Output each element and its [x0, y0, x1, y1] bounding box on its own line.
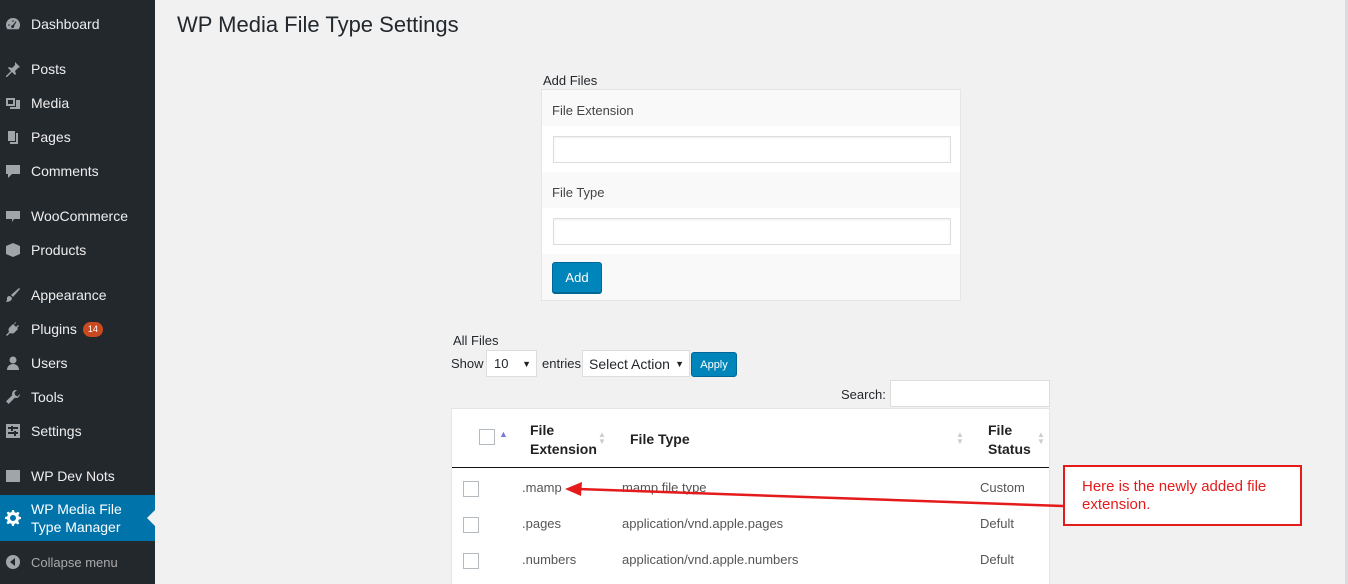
- sidebar-item-pages[interactable]: Pages: [0, 120, 155, 154]
- sidebar-item-label: WP Media File Type Manager: [31, 501, 122, 535]
- column-header-text: Extension: [530, 441, 597, 457]
- add-files-heading: Add Files: [543, 73, 598, 88]
- file-extension-label: File Extension: [542, 92, 960, 128]
- entries-per-page-select[interactable]: 10 ▼: [486, 350, 537, 377]
- cell-file-type: mamp file type: [622, 480, 707, 495]
- table-row: .numbers application/vnd.apple.numbers D…: [452, 542, 1049, 578]
- sidebar-item-label: Pages: [31, 129, 71, 145]
- sort-icon[interactable]: ▲ ▼: [598, 431, 606, 446]
- cell-file-extension: .numbers: [522, 552, 577, 567]
- apply-button[interactable]: Apply: [691, 352, 737, 377]
- all-files-heading: All Files: [453, 333, 499, 348]
- file-type-row: [542, 208, 960, 254]
- sidebar-item-media[interactable]: Media: [0, 86, 155, 120]
- sidebar-item-label: WooCommerce: [31, 208, 128, 224]
- entries-label: entries: [542, 356, 582, 371]
- pages-icon: [5, 129, 21, 145]
- cell-file-status: Custom: [980, 480, 1025, 495]
- search-input[interactable]: [890, 380, 1050, 407]
- settings-icon: [5, 423, 21, 439]
- sidebar-item-label: Comments: [31, 163, 99, 179]
- sidebar-item-label: Appearance: [31, 287, 107, 303]
- select-all-checkbox[interactable]: [479, 429, 495, 445]
- sidebar-item-label: Media: [31, 95, 70, 111]
- user-icon: [5, 355, 21, 371]
- sidebar-item-tools[interactable]: Tools: [0, 380, 155, 414]
- sidebar-item-settings[interactable]: Settings: [0, 414, 155, 448]
- column-header-file-extension[interactable]: File Extension: [530, 421, 597, 459]
- sidebar-item-woocommerce[interactable]: WooCommerce: [0, 199, 155, 233]
- sort-icon[interactable]: ▲ ▼: [956, 431, 964, 446]
- column-header-text: Status: [988, 441, 1031, 457]
- woo-icon: [5, 208, 21, 224]
- sidebar-item-posts[interactable]: Posts: [0, 52, 155, 86]
- cell-file-status: Defult: [980, 516, 1014, 531]
- plugin-update-badge: 14: [82, 321, 103, 337]
- sidebar-item-label: Plugins: [31, 321, 77, 337]
- cell-file-type: application/vnd.apple.numbers: [622, 552, 799, 567]
- column-header-file-status[interactable]: File Status: [988, 421, 1031, 459]
- sidebar-item-dashboard[interactable]: Dashboard: [0, 7, 155, 41]
- chevron-down-icon: ▼: [675, 359, 684, 369]
- sort-icon[interactable]: ▲ ▼: [1037, 431, 1045, 446]
- gear-icon: [5, 510, 21, 526]
- sidebar-item-comments[interactable]: Comments: [0, 154, 155, 188]
- chevron-down-icon: ▼: [522, 359, 531, 369]
- bulk-action-value: Select Action: [589, 355, 670, 372]
- sidebar-item-wp-dev-nots[interactable]: WP Dev Nots: [0, 459, 155, 493]
- sidebar-item-label: Posts: [31, 61, 67, 77]
- sidebar-item-users[interactable]: Users: [0, 346, 155, 380]
- media-icon: [5, 95, 21, 111]
- column-header-text: File: [988, 422, 1013, 438]
- column-header-file-type[interactable]: File Type: [630, 430, 690, 449]
- table-row: .pages application/vnd.apple.pages Deful…: [452, 506, 1049, 542]
- collapse-menu-button[interactable]: Collapse menu: [0, 545, 155, 579]
- cell-file-status: Defult: [980, 552, 1014, 567]
- sidebar-item-label: WP Dev Nots: [31, 468, 115, 484]
- box-icon: [5, 242, 21, 258]
- page-title: WP Media File Type Settings: [177, 12, 459, 37]
- file-extension-input[interactable]: [553, 136, 951, 163]
- comment-icon: [5, 163, 21, 179]
- row-checkbox[interactable]: [463, 517, 479, 533]
- plugin-icon: [5, 321, 21, 337]
- sidebar-item-plugins[interactable]: Plugins 14: [0, 312, 155, 346]
- wrench-icon: [5, 389, 21, 405]
- column-header-text: File: [530, 422, 555, 438]
- table-row: .mamp mamp file type Custom: [452, 470, 1049, 506]
- files-table: ▲ File Extension ▲ ▼ File Type ▲ ▼ File St…: [451, 408, 1050, 584]
- row-checkbox[interactable]: [463, 553, 479, 569]
- cell-file-type: application/vnd.apple.pages: [622, 516, 784, 531]
- sidebar-item-label: Settings: [31, 423, 82, 439]
- entries-per-page-value: 10: [494, 356, 509, 371]
- row-checkbox[interactable]: [463, 481, 479, 497]
- sidebar-item-label: Users: [31, 355, 68, 371]
- annotation-callout: Here is the newly added file extension.: [1063, 465, 1302, 526]
- sort-asc-icon[interactable]: ▲: [499, 430, 508, 439]
- collapse-arrow-icon: [6, 555, 20, 569]
- file-extension-row: [542, 126, 960, 172]
- sidebar-item-appearance[interactable]: Appearance: [0, 278, 155, 312]
- sidebar-item-wp-media-file-type-manager[interactable]: WP Media File Type Manager: [0, 495, 155, 541]
- sidebar-item-products[interactable]: Products: [0, 233, 155, 267]
- pin-icon: [5, 61, 21, 77]
- file-type-input[interactable]: [553, 218, 951, 245]
- file-type-label: File Type: [542, 174, 960, 210]
- bulk-action-select[interactable]: Select Action ▼: [582, 350, 690, 377]
- cell-file-extension: .pages: [522, 516, 562, 531]
- add-files-form: File Extension File Type Add: [541, 89, 961, 301]
- list-icon: [5, 468, 21, 484]
- brush-icon: [5, 287, 21, 303]
- sidebar-item-label: Products: [31, 242, 87, 258]
- dashboard-icon: [5, 16, 21, 32]
- sidebar-item-label: Tools: [31, 389, 64, 405]
- add-button[interactable]: Add: [552, 262, 602, 293]
- sidebar-item-label: Dashboard: [31, 16, 100, 32]
- table-header: ▲ File Extension ▲ ▼ File Type ▲ ▼ File St…: [452, 409, 1049, 468]
- search-label: Search:: [841, 387, 886, 402]
- collapse-menu-label: Collapse menu: [31, 554, 118, 570]
- show-label: Show: [451, 356, 484, 371]
- admin-sidebar: Dashboard Posts Media Pages Comments Woo…: [0, 0, 155, 584]
- cell-file-extension: .mamp: [522, 480, 562, 495]
